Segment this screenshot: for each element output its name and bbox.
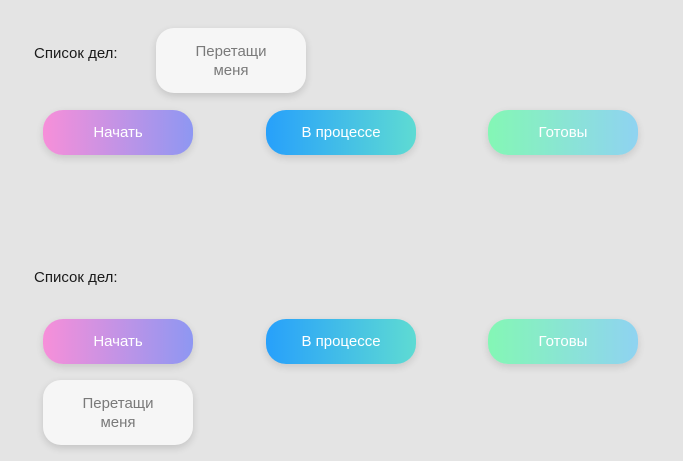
start-column-label: Начать bbox=[93, 333, 143, 350]
start-column-button[interactable]: Начать bbox=[43, 110, 193, 155]
todo-board: Список дел: Перетащи меня Начать В проце… bbox=[0, 0, 683, 461]
in-progress-column-button[interactable]: В процессе bbox=[266, 110, 416, 155]
in-progress-column-label: В процессе bbox=[301, 124, 381, 141]
todo-list-label: Список дел: bbox=[34, 45, 118, 62]
draggable-card[interactable]: Перетащи меня bbox=[156, 28, 306, 93]
draggable-card[interactable]: Перетащи меня bbox=[43, 380, 193, 445]
in-progress-column-button[interactable]: В процессе bbox=[266, 319, 416, 364]
todo-list-label: Список дел: bbox=[34, 269, 118, 286]
draggable-card-text: Перетащи меня bbox=[82, 394, 154, 431]
draggable-card-text: Перетащи меня bbox=[195, 42, 267, 79]
start-column-button[interactable]: Начать bbox=[43, 319, 193, 364]
done-column-button[interactable]: Готовы bbox=[488, 319, 638, 364]
done-column-label: Готовы bbox=[538, 333, 588, 350]
in-progress-column-label: В процессе bbox=[301, 333, 381, 350]
start-column-label: Начать bbox=[93, 124, 143, 141]
done-column-button[interactable]: Готовы bbox=[488, 110, 638, 155]
done-column-label: Готовы bbox=[538, 124, 588, 141]
